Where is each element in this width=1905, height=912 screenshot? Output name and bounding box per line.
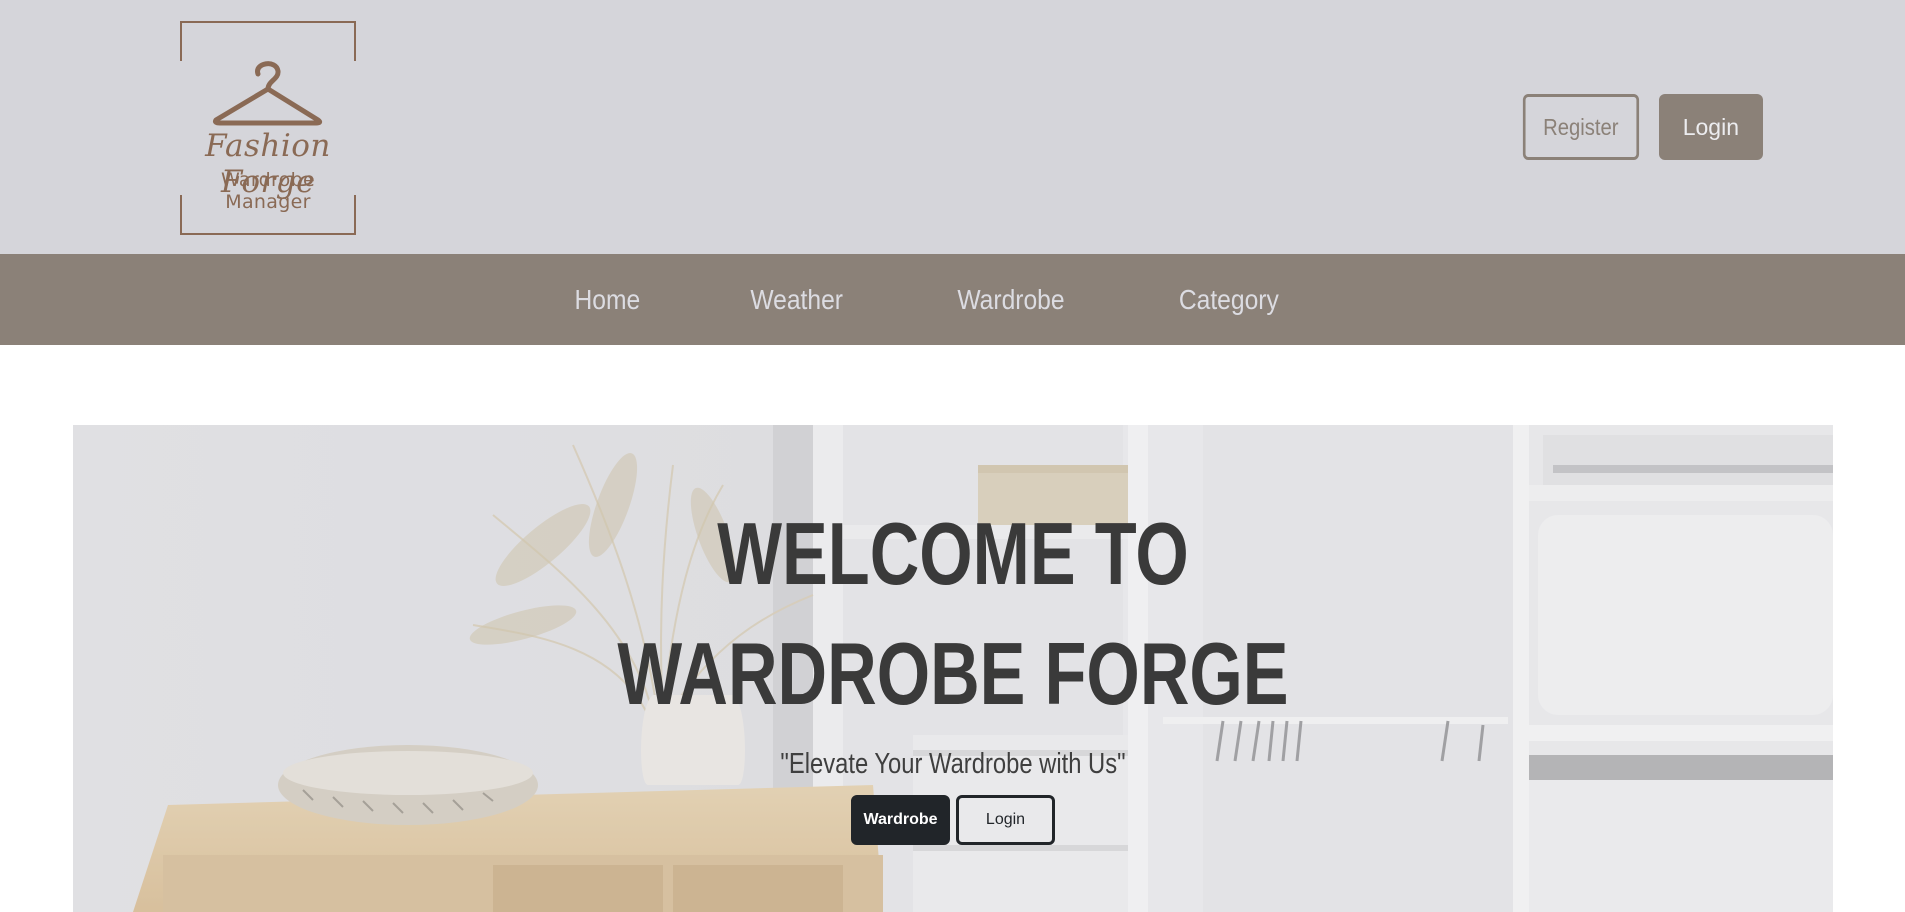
nav-item-weather[interactable]: Weather <box>751 284 844 316</box>
main-nav: Home Weather Wardrobe Category <box>0 254 1905 345</box>
site-header: Fashion Forge Wardrobe Manager Register … <box>0 0 1905 254</box>
nav-item-wardrobe[interactable]: Wardrobe <box>957 284 1064 316</box>
hero-title-line2: WARDROBE FORGE <box>617 624 1289 723</box>
hero-buttons: Wardrobe Login <box>73 795 1833 845</box>
nav-item-home[interactable]: Home <box>574 284 640 316</box>
auth-buttons: Register Login <box>1515 94 1763 160</box>
hero-banner: WELCOME TO WARDROBE FORGE "Elevate Your … <box>73 425 1833 912</box>
hanger-icon <box>213 61 323 126</box>
wardrobe-button[interactable]: Wardrobe <box>851 795 950 845</box>
register-button[interactable]: Register <box>1522 94 1639 160</box>
brand-tagline: Wardrobe Manager <box>221 169 315 213</box>
brand-logo[interactable]: Fashion Forge Wardrobe Manager <box>180 21 356 235</box>
hero-title-line1: WELCOME TO <box>717 504 1189 603</box>
hero-login-button[interactable]: Login <box>956 795 1055 845</box>
login-button[interactable]: Login <box>1658 94 1763 160</box>
nav-item-category[interactable]: Category <box>1178 284 1278 316</box>
hero-tagline: "Elevate Your Wardrobe with Us" <box>780 748 1126 780</box>
